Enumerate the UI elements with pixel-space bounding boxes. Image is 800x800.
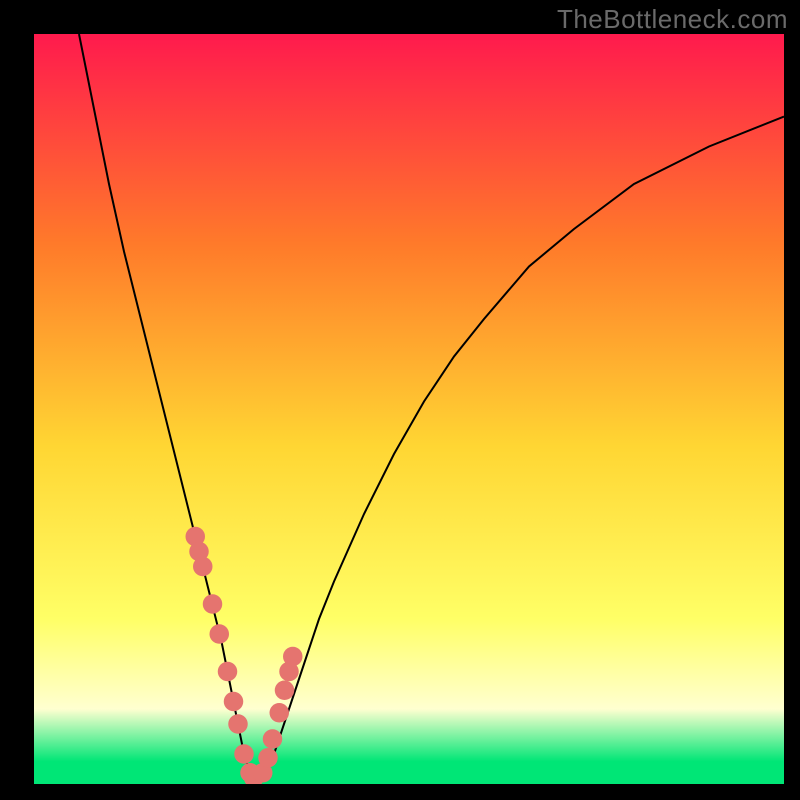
chart-frame: TheBottleneck.com (0, 0, 800, 800)
highlight-dot (270, 703, 290, 722)
gradient-background (34, 34, 784, 784)
highlight-dot (193, 557, 213, 576)
highlight-dot (275, 681, 295, 700)
highlight-dot (228, 714, 248, 733)
highlight-dot (218, 662, 238, 681)
watermark-text: TheBottleneck.com (557, 4, 788, 35)
highlight-dot (234, 744, 254, 763)
highlight-dot (224, 692, 244, 711)
highlight-dot (203, 594, 223, 613)
bottleneck-chart (34, 34, 784, 784)
highlight-dot (210, 624, 230, 643)
highlight-dot (258, 748, 278, 767)
highlight-dot (283, 647, 303, 666)
highlight-dot (263, 729, 283, 748)
